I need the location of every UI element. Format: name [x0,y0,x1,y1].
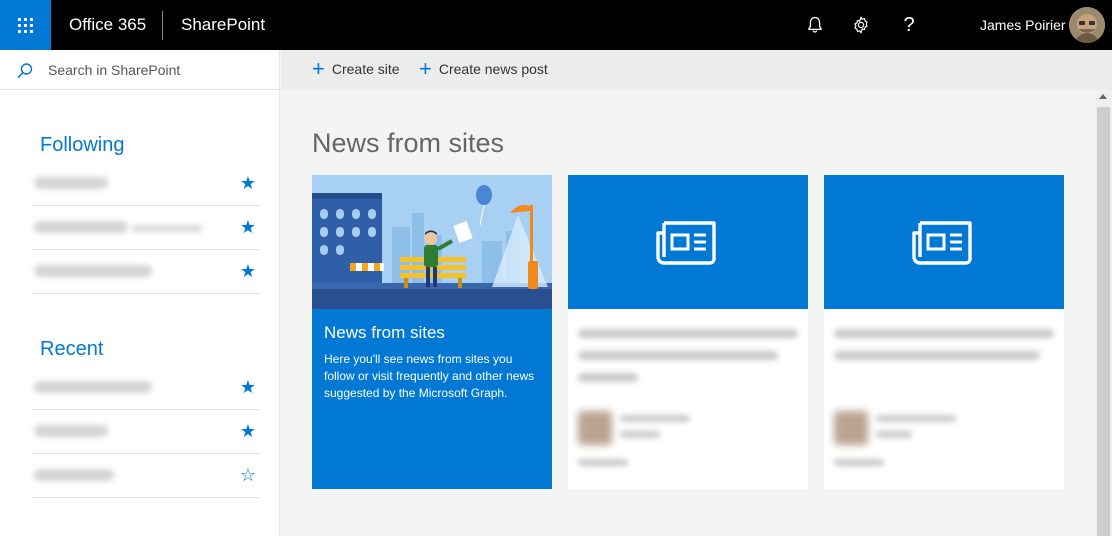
avatar-image [1069,7,1105,43]
news-illustration [312,175,552,309]
sharepoint-link[interactable]: SharePoint [181,15,265,35]
blurred-site-name [34,381,152,393]
news-card-hero [568,175,808,309]
user-name[interactable]: James Poirier [980,17,1066,33]
search-icon [17,63,33,79]
star-filled-icon[interactable]: ★ [240,377,256,398]
scroll-up-arrow-icon[interactable] [1099,94,1107,99]
blurred-news-title [578,373,638,382]
help-icon: ? [903,13,915,36]
plus-icon: + [312,56,325,81]
city-illustration-icon [312,175,552,309]
blurred-date [834,459,884,466]
star-filled-icon[interactable]: ★ [240,217,256,238]
star-filled-icon[interactable]: ★ [240,421,256,442]
search-box[interactable] [0,50,280,90]
blurred-author-name [876,415,956,422]
suite-bar: Office 365 SharePoint ? James Poirier [0,0,1112,50]
blurred-site-name [34,469,114,481]
blurred-site-name [34,265,152,277]
create-site-button[interactable]: + Create site [312,56,400,81]
avatar[interactable] [1069,7,1105,43]
recent-item[interactable]: ☆ [32,454,260,498]
news-card[interactable] [824,175,1064,489]
blurred-news-title [834,329,1054,338]
plus-icon: + [419,56,432,81]
office365-link[interactable]: Office 365 [69,15,146,35]
following-item[interactable]: ★ [32,206,260,250]
blurred-news-title [578,329,798,338]
app-launcher-button[interactable] [0,0,51,50]
following-item[interactable]: ★ [32,250,260,294]
command-bar: + Create site + Create news post [281,50,1112,90]
blurred-site-name [34,221,128,233]
blurred-site-name [34,425,108,437]
newspaper-icon [656,221,716,265]
star-filled-icon[interactable]: ★ [240,173,256,194]
following-heading[interactable]: Following [40,134,124,157]
blurred-news-title [834,351,1040,360]
search-input[interactable] [48,59,268,81]
news-card-hero [824,175,1064,309]
gear-icon [854,16,868,34]
notifications-button[interactable] [802,12,828,38]
create-site-label: Create site [331,61,400,77]
bell-icon [808,16,822,33]
left-pane: Following ★ ★ ★ Recent ★ ★ ☆ [0,50,280,536]
create-news-post-button[interactable]: + Create news post [419,56,548,81]
blurred-site-name [34,177,108,189]
recent-heading[interactable]: Recent [40,338,103,361]
blurred-author-name [620,415,690,422]
news-card[interactable] [568,175,808,489]
blurred-site-name [876,431,912,438]
scroll-thumb[interactable] [1097,107,1110,536]
recent-item[interactable]: ★ [32,366,260,410]
waffle-icon [18,17,33,33]
brand-divider [162,11,163,40]
blurred-site-url [132,225,202,232]
vertical-scrollbar[interactable] [1095,90,1112,536]
star-outline-icon[interactable]: ☆ [240,465,256,486]
star-filled-icon[interactable]: ★ [240,261,256,282]
news-intro-card[interactable]: News from sites Here you'll see news fro… [312,175,552,489]
settings-button[interactable] [848,12,874,38]
create-news-post-label: Create news post [438,61,548,77]
blurred-news-title [578,351,778,360]
blurred-site-name [620,431,660,438]
following-item[interactable]: ★ [32,162,260,206]
card-title: News from sites [324,323,445,342]
blurred-date [578,459,628,466]
main-content: News from sites News from sites Here you… [281,90,1095,536]
newspaper-icon [912,221,972,265]
card-description: Here you'll see news from sites you foll… [324,352,535,400]
page-title: News from sites [312,128,505,158]
blurred-author-avatar [834,411,868,445]
recent-item[interactable]: ★ [32,410,260,454]
blurred-author-avatar [578,411,612,445]
help-button[interactable]: ? [896,12,922,38]
